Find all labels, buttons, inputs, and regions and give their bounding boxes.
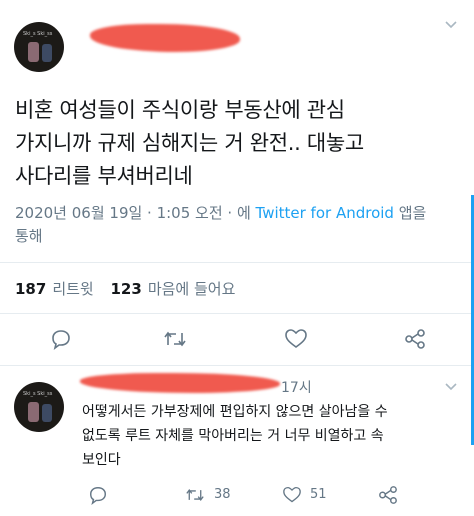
reply-text: 어떻게서든 가부장제에 편입하지 않으면 살아남을 수 없도록 루트 자체를 막… <box>82 400 388 472</box>
like-count: 123 <box>110 280 142 298</box>
reply-text-line: 없도록 루트 자체를 막아버리는 거 너무 비열하고 속 <box>82 428 384 444</box>
reply-author-avatar[interactable]: Ski_s Ski_ss <box>14 382 64 432</box>
author-avatar[interactable]: Ski_s Ski_ss <box>14 22 64 72</box>
retweet-count-link[interactable]: 187 리트윗 <box>15 280 94 298</box>
tweet-text: 비혼 여성들이 주식이랑 부동산에 관심 가지니까 규제 심해지는 거 완전..… <box>15 94 364 193</box>
like-label: 마음에 들어요 <box>147 280 236 298</box>
retweet-count: 187 <box>15 280 47 298</box>
chevron-down-icon[interactable] <box>444 380 458 396</box>
meta-line2: 통해 <box>15 227 43 245</box>
avatar-tag: Ski_s Ski_ss <box>23 31 53 37</box>
reply-text-line: 어떻게서든 가부장제에 편입하지 않으면 살아남을 수 <box>82 404 388 420</box>
like-icon[interactable] <box>282 486 302 504</box>
reply-icon[interactable] <box>88 485 108 505</box>
redacted-reply-author <box>80 373 280 393</box>
tweet-text-line: 비혼 여성들이 주식이랑 부동산에 관심 <box>15 98 345 122</box>
tweet-date: 2020년 06월 19일 · 1:05 오전 · 에 <box>15 204 256 222</box>
tweet-text-line: 사다리를 부셔버리네 <box>15 164 193 188</box>
divider <box>0 313 474 314</box>
reply-text-line: 보인다 <box>82 452 121 468</box>
retweet-label: 리트윗 <box>52 280 94 298</box>
reply-retweet-count: 38 <box>214 487 231 502</box>
redacted-author-name <box>90 24 240 52</box>
source-suffix: 앱을 <box>393 204 427 222</box>
reply-like-count: 51 <box>310 487 327 502</box>
share-icon[interactable] <box>378 485 398 505</box>
avatar-figure <box>28 402 39 422</box>
share-icon[interactable] <box>404 328 426 350</box>
divider <box>0 262 474 263</box>
reply-time: 17시 <box>281 380 312 396</box>
avatar-figure <box>42 404 52 422</box>
chevron-down-icon[interactable] <box>444 18 458 34</box>
like-count-link[interactable]: 123 마음에 들어요 <box>111 280 236 298</box>
source-link[interactable]: Twitter for Android <box>256 204 394 222</box>
engagement-counts: 187 리트윗 123 마음에 들어요 <box>15 278 235 299</box>
tweet-text-line: 가지니까 규제 심해지는 거 완전.. 대놓고 <box>15 131 364 155</box>
retweet-icon[interactable] <box>184 486 206 504</box>
avatar-figure <box>42 44 52 62</box>
retweet-icon[interactable] <box>162 328 188 350</box>
tweet-meta: 2020년 06월 19일 · 1:05 오전 · 에 Twitter for … <box>15 202 465 248</box>
divider <box>0 365 474 366</box>
reply-icon[interactable] <box>50 328 72 350</box>
like-icon[interactable] <box>284 328 308 350</box>
avatar-figure <box>28 42 39 62</box>
avatar-tag: Ski_s Ski_ss <box>23 391 53 397</box>
